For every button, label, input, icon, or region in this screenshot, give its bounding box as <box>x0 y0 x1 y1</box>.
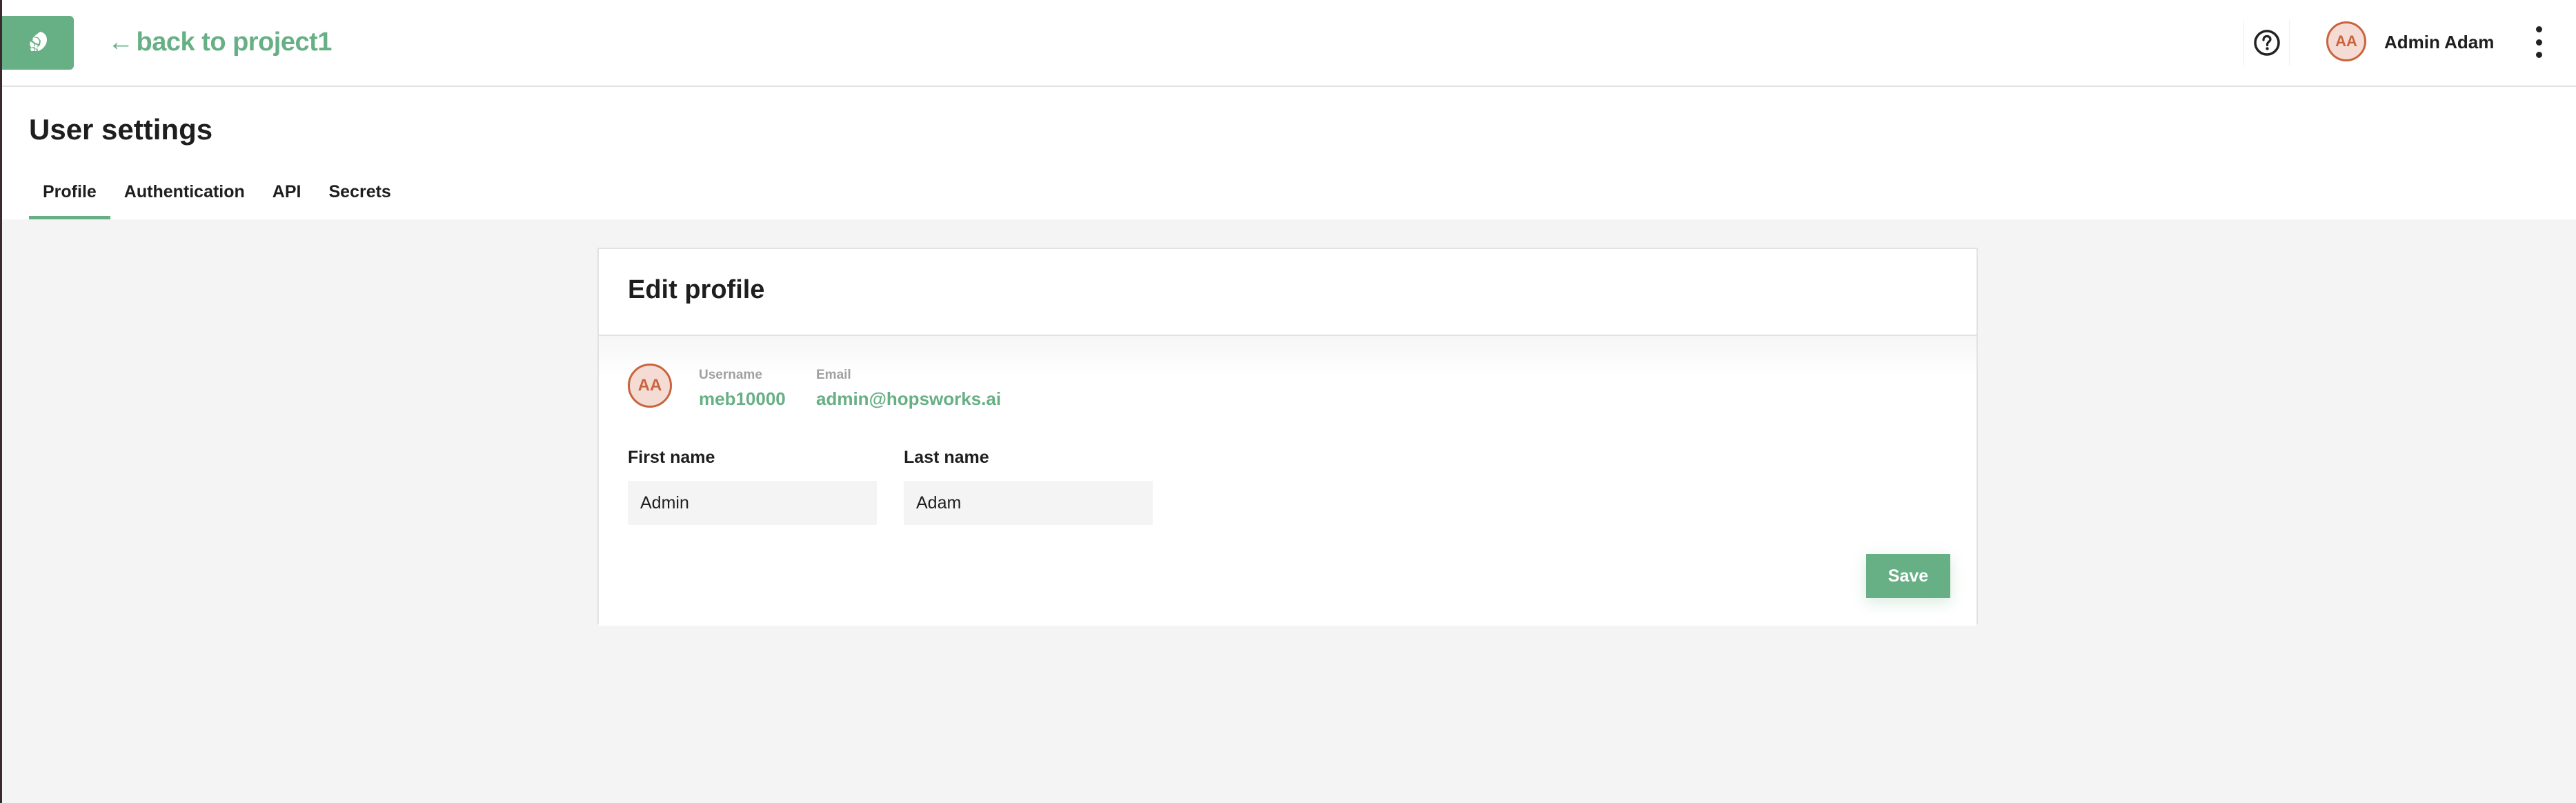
tab-secrets[interactable]: Secrets <box>315 175 404 219</box>
username-label: Username <box>699 368 762 382</box>
home-logo-button[interactable] <box>1 16 74 70</box>
user-initials: AA <box>2335 32 2357 50</box>
card-header: Edit profile <box>599 249 1976 336</box>
question-circle-icon <box>2253 30 2281 59</box>
page-title: User settings <box>29 113 213 146</box>
hop-cone-icon <box>26 30 50 57</box>
tab-profile[interactable]: Profile <box>29 175 110 219</box>
user-avatar[interactable]: AA <box>2326 21 2366 61</box>
username-value: meb10000 <box>699 388 786 409</box>
first-name-label: First name <box>628 448 715 467</box>
back-to-project-link[interactable]: ← back to project1 <box>108 25 332 59</box>
username-info: Username meb10000 <box>699 368 786 410</box>
profile-avatar: AA <box>628 364 672 408</box>
kebab-dot <box>2535 26 2542 32</box>
top-bar: ← back to project1 AA Admin Adam <box>0 0 2576 87</box>
arrow-left-icon: ← <box>108 28 134 57</box>
user-name[interactable]: Admin Adam <box>2384 32 2494 53</box>
more-options-button[interactable] <box>2530 26 2547 58</box>
email-info: Email admin@hopsworks.ai <box>816 368 1001 410</box>
help-button[interactable] <box>2253 29 2281 57</box>
profile-initials: AA <box>637 376 662 395</box>
tab-api[interactable]: API <box>259 175 315 219</box>
card-body: AA Username meb10000 Email admin@hopswor… <box>599 336 1976 626</box>
email-value: admin@hopsworks.ai <box>816 388 1002 409</box>
divider <box>2243 20 2244 66</box>
tab-authentication[interactable]: Authentication <box>110 175 259 219</box>
save-button[interactable]: Save <box>1866 554 1950 598</box>
email-label: Email <box>816 368 851 382</box>
divider <box>2289 20 2290 66</box>
page-header: User settings Profile Authentication API… <box>0 87 2576 219</box>
last-name-label: Last name <box>904 448 989 467</box>
kebab-dot <box>2535 52 2542 58</box>
settings-tabs: Profile Authentication API Secrets <box>29 175 405 219</box>
first-name-input[interactable] <box>628 481 877 525</box>
back-link-label: back to project1 <box>136 28 333 57</box>
last-name-input[interactable] <box>904 481 1153 525</box>
window-edge <box>0 0 2 803</box>
edit-profile-card: Edit profile AA Username meb10000 Email … <box>597 248 1978 626</box>
kebab-dot <box>2535 39 2542 46</box>
card-title: Edit profile <box>628 275 765 304</box>
